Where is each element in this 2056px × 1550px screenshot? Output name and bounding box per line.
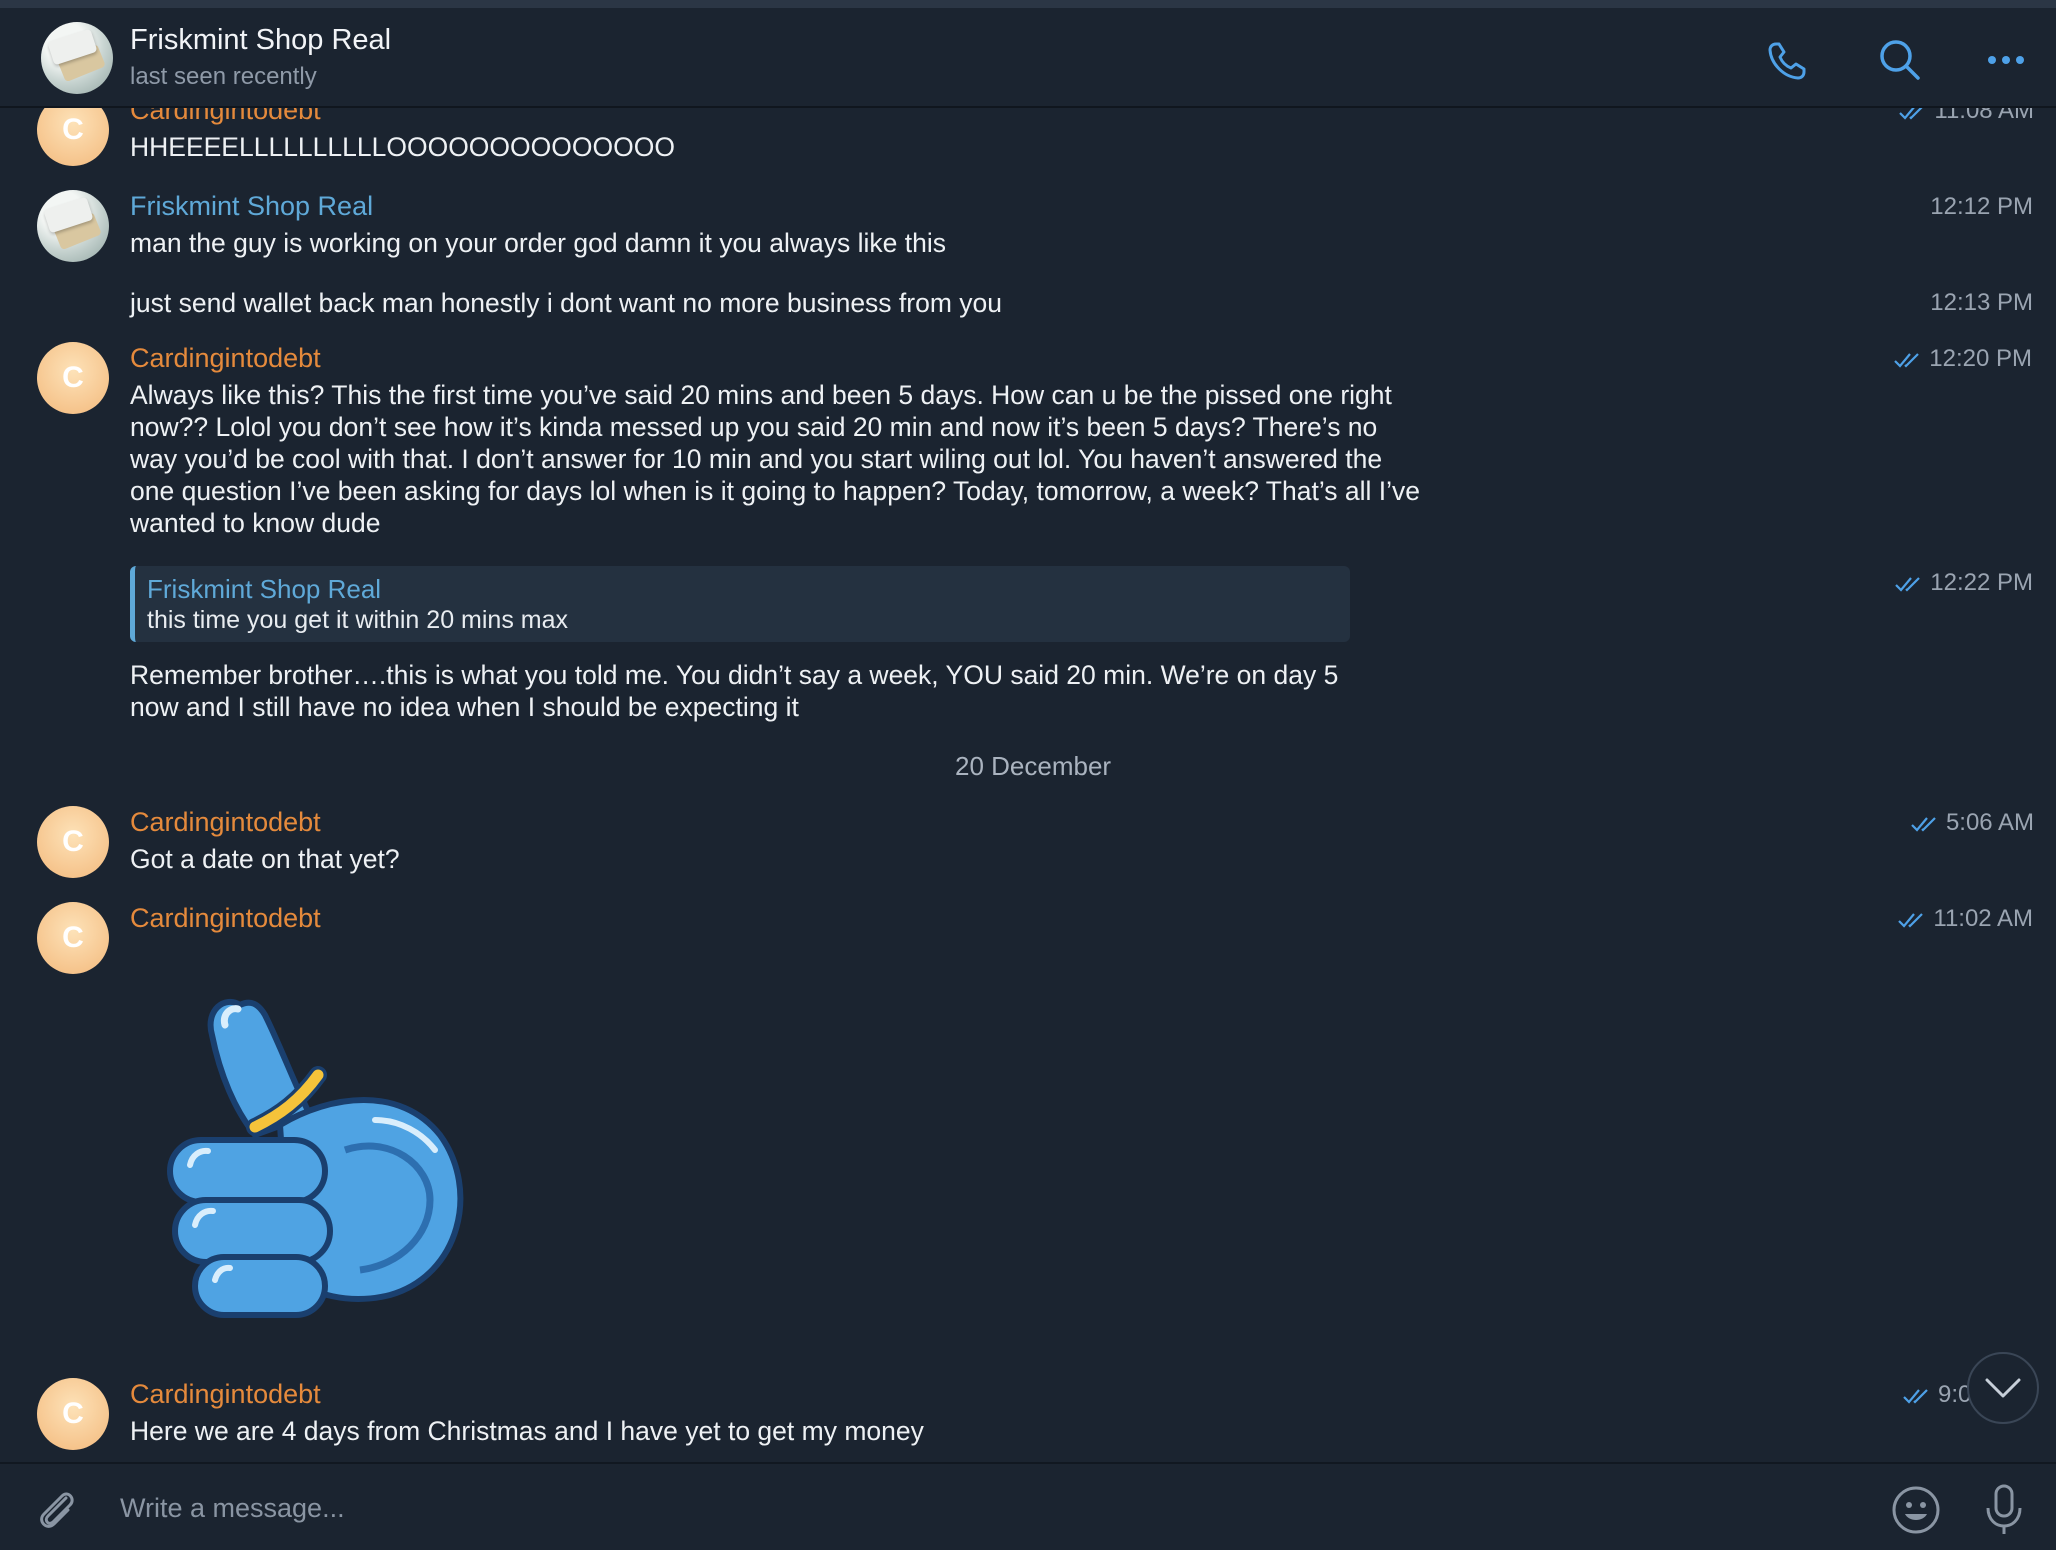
thumbs-up-sticker[interactable] [160,975,500,1345]
attach-icon[interactable] [32,1484,82,1534]
message-sender[interactable]: Cardingintodebt [130,807,321,838]
message-text: HHEEEELLLLLLLLLLOOOOOOOOOOOOOO [130,132,675,162]
message-sender[interactable]: Cardingintodebt [130,903,321,934]
message-text: Always like this? This the first time yo… [130,380,1420,538]
contact-avatar[interactable] [41,22,113,94]
search-icon[interactable] [1874,34,1926,86]
double-check-icon [1898,912,1924,928]
chat-title[interactable]: Friskmint Shop Real [130,24,391,57]
reply-sender: Friskmint Shop Real [147,574,382,604]
sender-avatar[interactable]: C [37,806,109,878]
scroll-to-bottom-button[interactable] [1967,1352,2039,1424]
more-icon[interactable] [1980,34,2032,86]
sender-avatar[interactable]: C [37,1378,109,1450]
sender-avatar[interactable]: C [37,902,109,974]
double-check-icon [1911,816,1936,832]
message-text: man the guy is working on your order god… [130,228,947,258]
message-time: 12:20 PM [1893,345,2032,373]
message-time: 9:0 [1902,1381,1971,1409]
message-input[interactable] [118,1486,1822,1530]
microphone-icon[interactable] [1982,1482,2026,1536]
chat-status: last seen recently [130,63,317,90]
chevron-down-icon [1985,1378,2021,1398]
sender-avatar[interactable]: C [37,342,109,414]
phone-icon[interactable] [1762,34,1814,86]
message-sender[interactable]: Friskmint Shop Real [130,191,373,222]
message-sender[interactable]: Cardingintodebt [130,1379,321,1410]
message-time: 12:13 PM [1930,289,2033,316]
message-text: Here we are 4 days from Christmas and I … [130,1416,924,1446]
sender-avatar[interactable] [37,190,109,262]
window-top-border [0,0,2056,8]
message-composer [0,1462,2056,1550]
message-time: 12:22 PM [1894,569,2033,597]
date-separator: 20 December [955,751,1112,781]
reply-text: this time you get it within 20 mins max [147,606,568,634]
message-text: Remember brother….this is what you told … [130,660,1339,722]
message-text: Got a date on that yet? [130,844,400,874]
message-time: 11:02 AM [1897,905,2033,933]
message-text: just send wallet back man honestly i don… [130,288,1003,318]
reply-quote[interactable]: Friskmint Shop Real this time you get it… [130,566,1350,642]
chat-header: Friskmint Shop Real last seen recently [0,8,2056,108]
message-time: 5:06 AM [1910,809,2034,837]
double-check-icon [1894,352,1920,368]
double-check-icon [1895,576,1921,592]
emoji-icon[interactable] [1890,1484,1942,1536]
message-time: 12:12 PM [1930,193,2033,220]
double-check-icon [1903,1388,1928,1404]
message-sender[interactable]: Cardingintodebt [130,343,321,374]
